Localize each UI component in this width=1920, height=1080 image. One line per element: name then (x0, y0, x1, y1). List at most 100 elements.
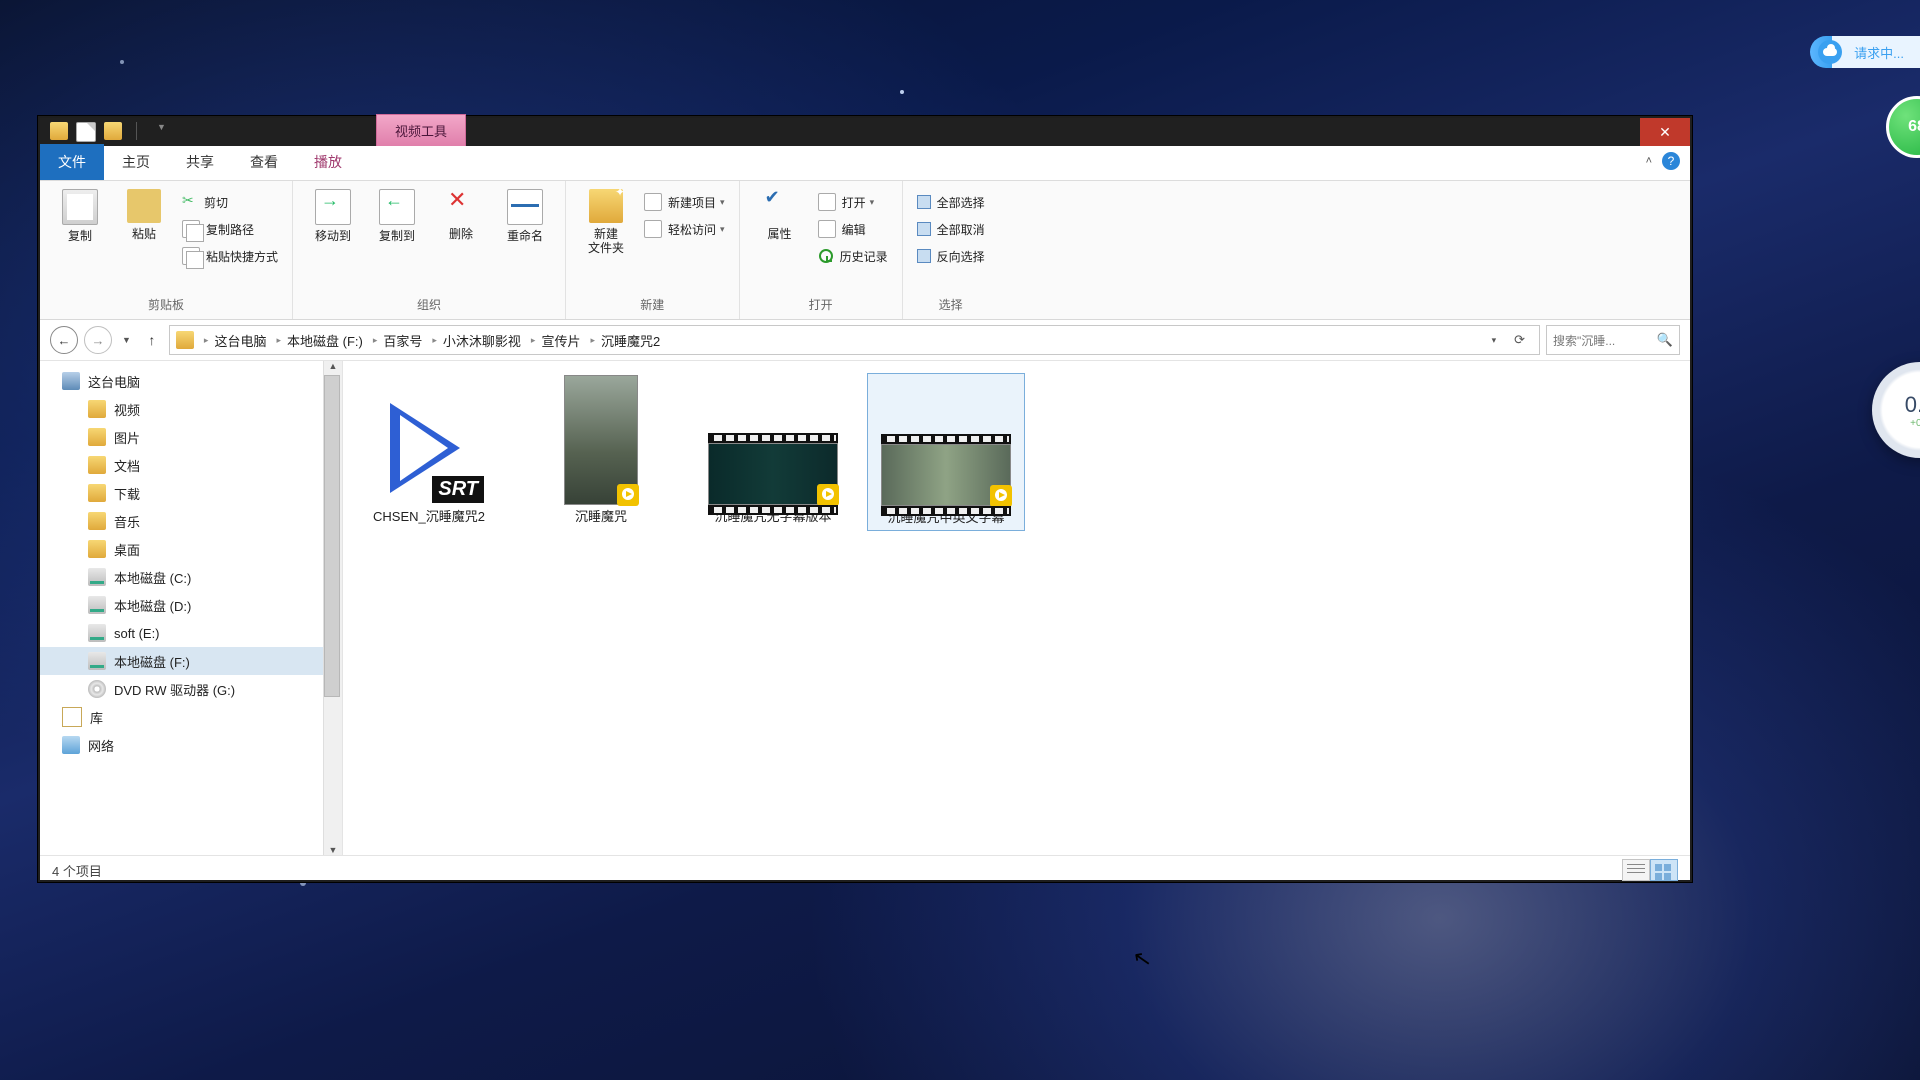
nav-forward-button[interactable]: → (84, 326, 112, 354)
easy-access-button[interactable]: 轻松访问▾ (638, 216, 731, 242)
nav-item-6[interactable]: 桌面 (40, 535, 342, 563)
crumb-5[interactable]: 沉睡魔咒2 (601, 331, 660, 350)
nav-item-4[interactable]: 下载 (40, 479, 342, 507)
nav-item-label: 本地磁盘 (C:) (114, 568, 191, 587)
player-badge-icon (990, 485, 1012, 507)
file-label: CHSEN_沉睡魔咒2 (373, 505, 485, 525)
crumb-0[interactable]: 这台电脑 (214, 331, 266, 350)
tab-view[interactable]: 查看 (232, 144, 296, 180)
nav-item-label: 本地磁盘 (D:) (114, 596, 191, 615)
qat-dropdown-icon[interactable]: ▼ (151, 122, 172, 142)
file-item-1[interactable]: 沉睡魔咒 (523, 373, 679, 529)
new-folder-button[interactable]: 新建文件夹 (574, 185, 638, 259)
folder-icon (88, 400, 106, 418)
properties-button[interactable]: 属性 (748, 185, 812, 245)
nav-item-label: soft (E:) (114, 626, 160, 641)
nav-item-label: 库 (90, 708, 103, 727)
folder-icon (88, 428, 106, 446)
nav-item-3[interactable]: 文档 (40, 451, 342, 479)
nav-back-button[interactable]: ← (50, 326, 78, 354)
tab-share[interactable]: 共享 (168, 144, 232, 180)
delete-button[interactable]: 删除 (429, 185, 493, 245)
paste-shortcut-button[interactable]: 粘贴快捷方式 (176, 243, 284, 269)
nav-item-2[interactable]: 图片 (40, 423, 342, 451)
nav-item-7[interactable]: 本地磁盘 (C:) (40, 563, 342, 591)
view-large-icons-button[interactable] (1650, 859, 1678, 881)
nav-item-10[interactable]: 本地磁盘 (F:) (40, 647, 342, 675)
invert-selection-icon (917, 249, 931, 263)
copy-to-icon (379, 189, 415, 225)
nav-up-button[interactable]: ↑ (141, 329, 163, 351)
crumb-4[interactable]: 宣传片 (541, 331, 580, 350)
nav-item-label: 下载 (114, 484, 140, 503)
help-icon[interactable]: ? (1662, 152, 1680, 170)
window-titlebar[interactable]: ▼ 视频工具 ✕ (40, 118, 1690, 146)
nav-item-11[interactable]: DVD RW 驱动器 (G:) (40, 675, 342, 703)
rename-button[interactable]: 重命名 (493, 185, 557, 247)
cut-button[interactable]: 剪切 (176, 189, 284, 215)
group-clipboard-label: 剪贴板 (48, 292, 284, 319)
edit-button[interactable]: 编辑 (812, 216, 894, 242)
nav-scrollbar[interactable]: ▲ ▼ (323, 361, 342, 855)
tab-file[interactable]: 文件 (40, 144, 104, 180)
view-details-button[interactable] (1622, 859, 1650, 881)
select-all-button[interactable]: 全部选择 (911, 189, 991, 215)
copy-path-button[interactable]: 复制路径 (176, 216, 284, 242)
group-select-label: 选择 (911, 292, 991, 319)
player-badge-icon (817, 484, 839, 506)
copy-to-button[interactable]: 复制到 (365, 185, 429, 247)
scroll-up-icon[interactable]: ▲ (329, 361, 338, 371)
nav-item-9[interactable]: soft (E:) (40, 619, 342, 647)
ribbon-body: 复制 粘贴 剪切 复制路径 粘贴快捷方式 剪贴板 移动到 复制到 删除 重 (40, 181, 1690, 320)
invert-selection-button[interactable]: 反向选择 (911, 243, 991, 269)
qat-folder-icon[interactable] (50, 122, 68, 140)
crumb-1[interactable]: 本地磁盘 (F:) (287, 331, 363, 350)
search-input[interactable]: 搜索"沉睡... 🔍 (1546, 325, 1680, 355)
select-none-button[interactable]: 全部取消 (911, 216, 991, 242)
qat-newfolder-icon[interactable] (104, 122, 122, 140)
paste-icon (127, 189, 161, 223)
cloud-sync-label: 请求中... (1854, 43, 1904, 62)
copy-button[interactable]: 复制 (48, 185, 112, 247)
window-close-button[interactable]: ✕ (1640, 118, 1690, 146)
scroll-down-icon[interactable]: ▼ (329, 845, 338, 855)
copy-path-icon (182, 220, 200, 238)
cloud-sync-pill[interactable]: 请求中... (1810, 36, 1920, 68)
new-item-button[interactable]: 新建项目▾ (638, 189, 731, 215)
breadcrumb-dropdown-icon[interactable]: ▾ (1488, 335, 1501, 346)
open-icon (818, 193, 836, 211)
navigation-pane[interactable]: 这台电脑视频图片文档下载音乐桌面本地磁盘 (C:) 本地磁盘 (D:) soft (… (40, 361, 343, 855)
close-icon: ✕ (1659, 124, 1671, 141)
history-button[interactable]: 历史记录 (812, 243, 894, 269)
drive-icon (88, 568, 106, 586)
open-button[interactable]: 打开▾ (812, 189, 894, 215)
nav-item-1[interactable]: 视频 (40, 395, 342, 423)
crumb-2[interactable]: 百家号 (383, 331, 422, 350)
tab-home[interactable]: 主页 (104, 144, 168, 180)
rename-icon (507, 189, 543, 225)
move-to-button[interactable]: 移动到 (301, 185, 365, 247)
scroll-thumb[interactable] (324, 375, 340, 697)
search-placeholder: 搜索"沉睡... (1553, 332, 1615, 349)
file-list-pane[interactable]: SRTCHSEN_沉睡魔咒2沉睡魔咒沉睡魔咒无字幕版本沉睡魔咒中英文字幕 ↖ (343, 361, 1690, 855)
paste-button[interactable]: 粘贴 (112, 185, 176, 245)
nav-item-12[interactable]: 库 (40, 703, 342, 731)
crumb-3[interactable]: 小沐沐聊影视 (443, 331, 521, 350)
qat-properties-icon[interactable] (76, 122, 96, 142)
nav-item-label: 网络 (88, 736, 114, 755)
nav-item-13[interactable]: 网络 (40, 731, 342, 759)
item-count-label: 4 个项目 (52, 861, 102, 880)
nav-item-0[interactable]: 这台电脑 (40, 367, 342, 395)
nav-history-dropdown[interactable]: ▼ (118, 335, 135, 345)
tab-play[interactable]: 播放 (296, 144, 360, 180)
nav-item-8[interactable]: 本地磁盘 (D:) (40, 591, 342, 619)
breadcrumb-bar[interactable]: ▸这台电脑 ▸本地磁盘 (F:) ▸百家号 ▸小沐沐聊影视 ▸宣传片 ▸沉睡魔咒… (169, 325, 1540, 355)
file-item-3[interactable]: 沉睡魔咒中英文字幕 (867, 373, 1025, 531)
location-folder-icon (176, 331, 194, 349)
drive-icon (88, 624, 106, 642)
nav-item-5[interactable]: 音乐 (40, 507, 342, 535)
ribbon-collapse-icon[interactable]: ˄ (1646, 155, 1652, 167)
file-item-0[interactable]: SRTCHSEN_沉睡魔咒2 (351, 373, 507, 529)
refresh-button[interactable]: ⟳ (1506, 332, 1533, 348)
file-item-2[interactable]: 沉睡魔咒无字幕版本 (695, 373, 851, 529)
